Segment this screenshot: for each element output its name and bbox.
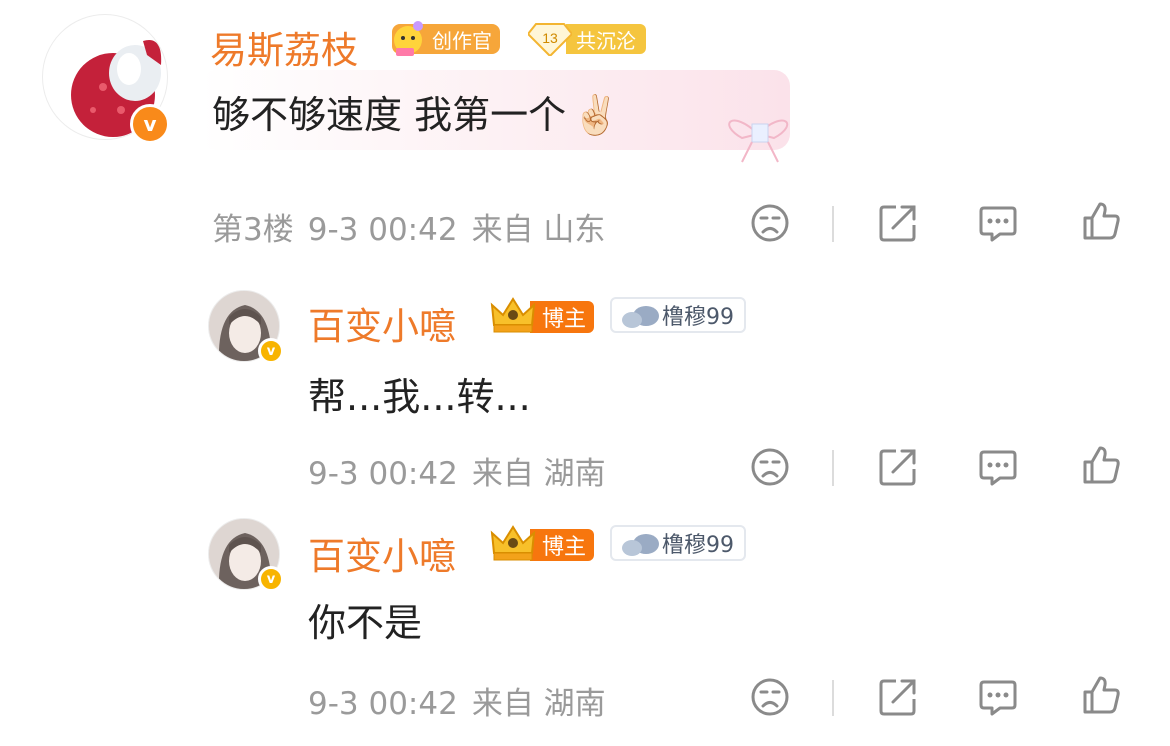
blogger-badge-label: 博主: [542, 535, 587, 560]
blogger-badge[interactable]: 博主: [488, 525, 595, 562]
emoji-reaction-icon[interactable]: [750, 677, 790, 717]
location: 来自 湖南: [471, 456, 606, 492]
timestamp: 9-3 00:42: [308, 456, 458, 492]
emoji-reaction-icon[interactable]: [750, 203, 790, 243]
blogger-badge[interactable]: 博主: [488, 297, 595, 334]
comment-icon[interactable]: [978, 447, 1018, 487]
divider: [832, 680, 834, 716]
share-icon[interactable]: [878, 677, 918, 717]
verified-badge-icon: v: [258, 338, 284, 364]
comment-meta: 9-3 00:42 来自 湖南: [308, 678, 620, 723]
crown-icon: [490, 297, 536, 333]
like-icon[interactable]: [1081, 201, 1121, 241]
blogger-badge-label: 博主: [542, 307, 587, 332]
comment-meta: 第3楼 9-3 00:42 来自 山东: [212, 204, 619, 249]
reply-item: v 百变小噫 博主 橹穆99 帮...我...转... 9-3 00:42 来自 …: [0, 280, 1170, 500]
svg-text:13: 13: [542, 30, 558, 46]
fan-badge-label: 橹穆99: [662, 305, 734, 330]
comment-item: v 易斯荔枝 创作官 13 共沉沦 够不够速度 我第一个 ✌🏻 第3楼 9-3 …: [0, 0, 1170, 260]
username[interactable]: 易斯荔枝: [210, 20, 358, 74]
fan-badge-label: 共沉沦: [576, 28, 636, 53]
comment-text: 够不够速度 我第一个 ✌🏻: [212, 93, 620, 137]
timestamp: 9-3 00:42: [307, 212, 458, 248]
fan-label-badge[interactable]: 橹穆99: [610, 297, 746, 333]
creator-badge[interactable]: 创作官: [392, 21, 500, 56]
creator-mascot-icon: [394, 21, 423, 56]
emoji-reaction-icon[interactable]: [750, 447, 790, 487]
comment-text: 帮...我...转...: [308, 375, 531, 419]
username[interactable]: 百变小噫: [308, 296, 456, 350]
crown-icon: [490, 525, 536, 561]
creator-badge-label: 创作官: [432, 28, 492, 53]
floor-number: 第3楼: [212, 212, 294, 248]
comment-text: 你不是: [308, 601, 423, 645]
comment-icon[interactable]: [978, 677, 1018, 717]
verified-badge-icon: v: [130, 104, 170, 144]
comment-icon[interactable]: [978, 203, 1018, 243]
share-icon[interactable]: [878, 203, 918, 243]
cloud-icon: [622, 306, 659, 328]
fan-level-badge[interactable]: 13 共沉沦: [528, 22, 646, 56]
fan-badge-label: 橹穆99: [662, 533, 734, 558]
reply-item: v 百变小噫 博主 橹穆99 你不是 9-3 00:42 来自 湖南: [0, 510, 1170, 746]
timestamp: 9-3 00:42: [308, 686, 458, 722]
like-icon[interactable]: [1081, 445, 1121, 485]
share-icon[interactable]: [878, 447, 918, 487]
verified-badge-icon: v: [258, 566, 284, 592]
divider: [832, 206, 834, 242]
location: 来自 湖南: [471, 686, 606, 722]
diamond-level-icon: 13: [528, 23, 572, 56]
comment-meta: 9-3 00:42 来自 湖南: [308, 448, 620, 493]
fan-label-badge[interactable]: 橹穆99: [610, 525, 746, 561]
bow-decoration-icon: [712, 104, 804, 166]
cloud-icon: [622, 534, 659, 556]
username[interactable]: 百变小噫: [308, 526, 456, 580]
like-icon[interactable]: [1081, 675, 1121, 715]
location: 来自 山东: [471, 212, 606, 248]
victory-hand-icon: ✌🏻: [572, 93, 620, 137]
divider: [832, 450, 834, 486]
